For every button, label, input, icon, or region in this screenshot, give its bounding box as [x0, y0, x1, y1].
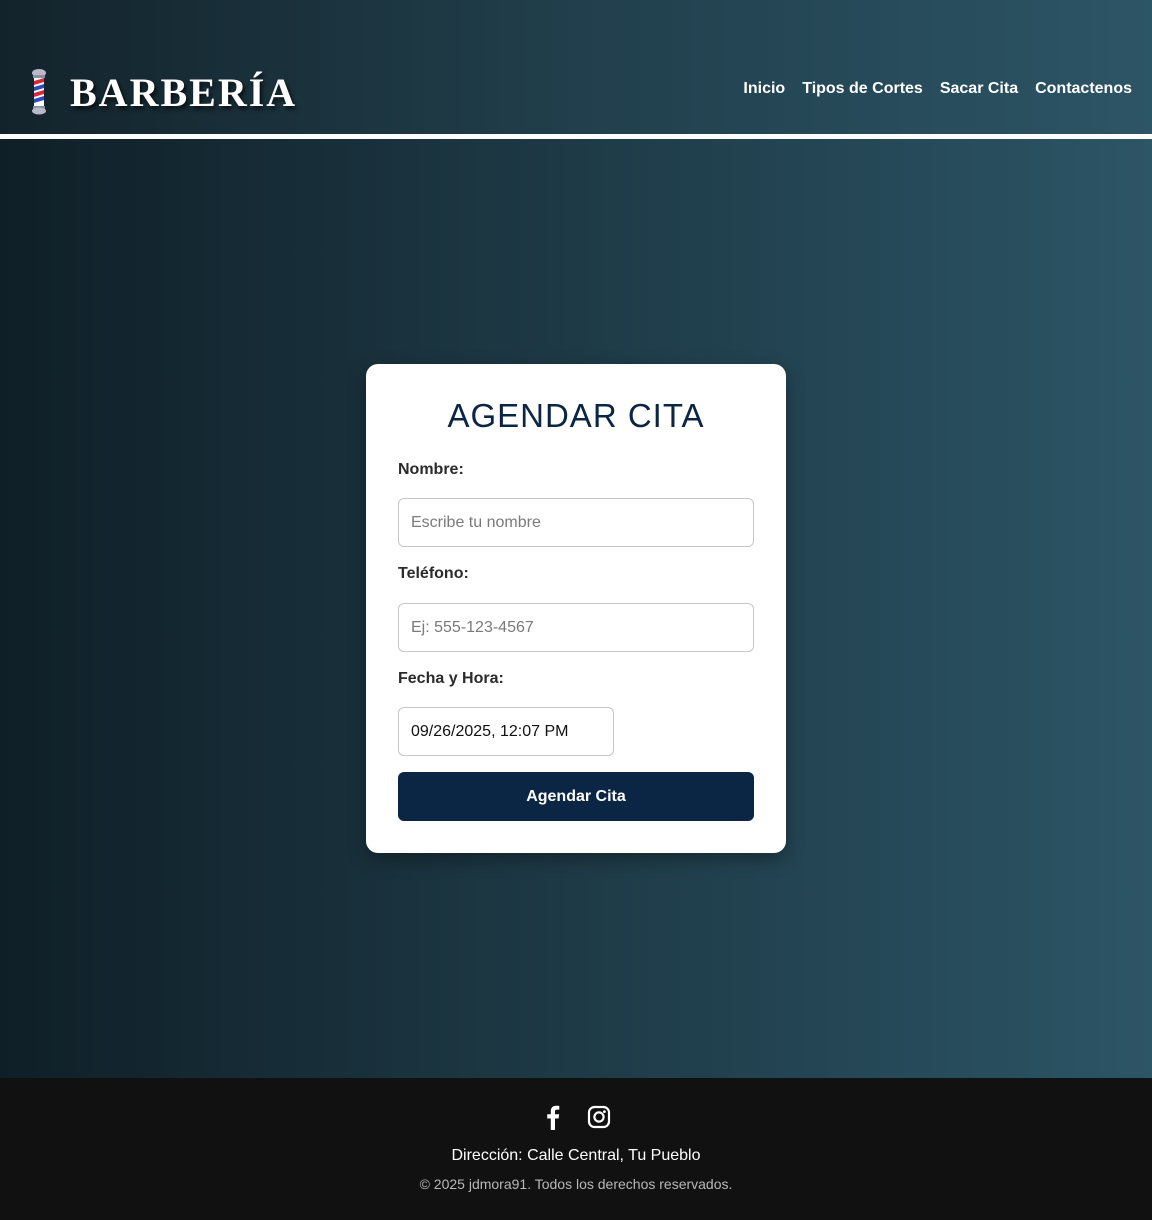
nav-sacar-cita[interactable]: Sacar Cita: [940, 80, 1018, 98]
phone-label: Teléfono:: [398, 565, 469, 582]
phone-input[interactable]: [398, 603, 754, 652]
name-label: Nombre:: [398, 461, 464, 478]
logo-text: BARBERÍA: [70, 69, 298, 115]
site-header: BARBERÍA Inicio Tipos de Cortes Sacar Ci…: [0, 0, 1152, 134]
datetime-label: Fecha y Hora:: [398, 670, 504, 687]
nav-inicio[interactable]: Inicio: [743, 80, 785, 98]
instagram-icon[interactable]: [587, 1104, 611, 1130]
submit-button[interactable]: Agendar Cita: [398, 772, 754, 821]
social-links: [0, 1104, 1152, 1130]
nav-contactenos[interactable]: Contactenos: [1035, 80, 1132, 98]
footer-copyright: © 2025 jdmora91. Todos los derechos rese…: [419, 1176, 733, 1192]
name-input[interactable]: [398, 498, 754, 547]
facebook-icon[interactable]: [541, 1104, 565, 1130]
form-title: AGENDAR CITA: [447, 397, 705, 434]
main-nav: Inicio Tipos de Cortes Sacar Cita Contac…: [743, 80, 1132, 98]
header-divider: [0, 134, 1152, 139]
barber-pole-icon: [24, 69, 54, 115]
site-footer: Dirección: Calle Central, Tu Pueblo © 20…: [0, 1078, 1152, 1220]
logo[interactable]: BARBERÍA: [24, 68, 297, 116]
appointment-form: AGENDAR CITA Nombre: Teléfono: Fecha y H…: [366, 364, 786, 853]
nav-tipos-de-cortes[interactable]: Tipos de Cortes: [802, 80, 923, 98]
datetime-input[interactable]: [398, 707, 614, 756]
footer-address: Dirección: Calle Central, Tu Pueblo: [451, 1147, 701, 1164]
